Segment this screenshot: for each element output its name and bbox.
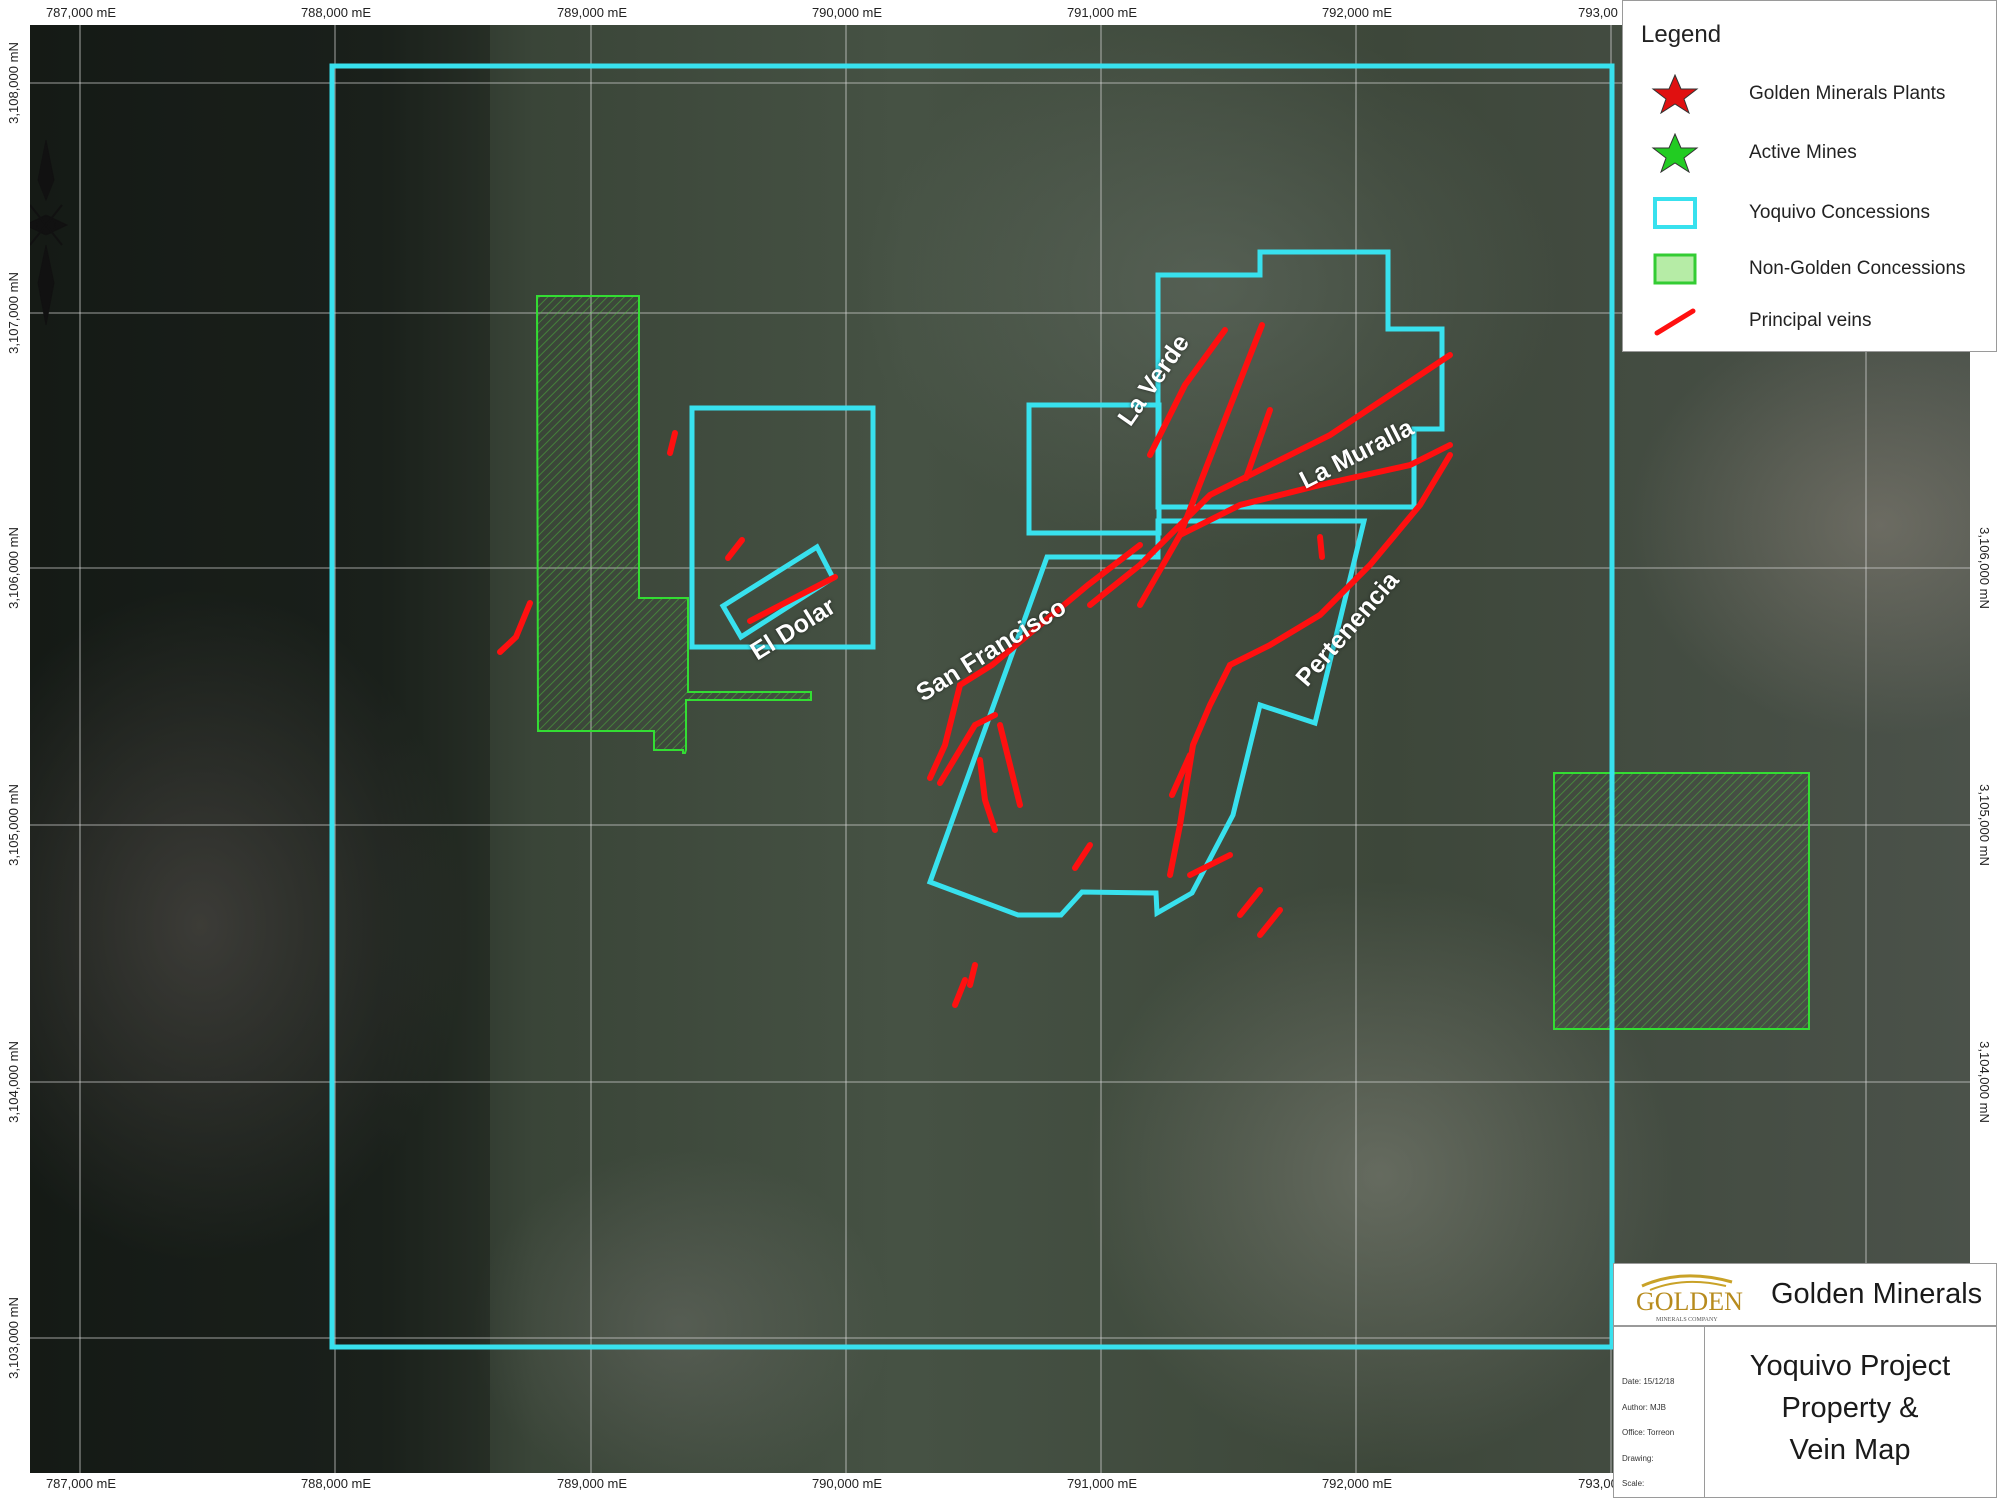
- coord-right-3105000: 3,105,000 mN: [1977, 784, 1992, 866]
- coord-left-3107000: 3,107,000 mN: [6, 272, 21, 354]
- coord-left-3108000: 3,108,000 mN: [6, 42, 21, 124]
- legend-item-yoquivo: Yoquivo Concessions: [1645, 193, 1990, 233]
- meta-scale: Scale:: [1622, 1479, 1645, 1488]
- coord-left-3103000: 3,103,000 mN: [6, 1297, 21, 1379]
- coord-top-791000: 791,000 mE: [1066, 5, 1138, 20]
- vein-south-3: [1257, 907, 1283, 938]
- coord-left-3105000: 3,105,000 mN: [6, 784, 21, 866]
- company-name: Golden Minerals: [1771, 1278, 1983, 1310]
- vein-south-4: [952, 977, 968, 1008]
- coord-top-788000: 788,000 mE: [300, 5, 372, 20]
- coord-bottom-787000: 787,000 mE: [45, 1476, 117, 1491]
- legend-item-active-mines: Active Mines: [1645, 133, 1990, 173]
- vein-south-5: [967, 962, 978, 988]
- coord-bottom-793000: 793,00: [1578, 1476, 1618, 1491]
- legend-item-plants: Golden Minerals Plants: [1645, 74, 1990, 114]
- coord-bottom-788000: 788,000 mE: [300, 1476, 372, 1491]
- coord-top-793000: 793,00: [1578, 5, 1618, 20]
- coord-top-787000: 787,000 mE: [45, 5, 117, 20]
- golden-minerals-logo-icon: GOLDEN MINERALS COMPANY: [1636, 1274, 1743, 1323]
- vein-pertenencia-stub: [1317, 534, 1325, 560]
- legend-item-non-golden: Non-Golden Concessions: [1645, 249, 1990, 289]
- yoquivo-concession-boundary: [329, 63, 1615, 1350]
- meta-drawing: Drawing:: [1622, 1454, 1654, 1463]
- yoquivo-concessions: [689, 249, 1445, 918]
- non-golden-concession-east: [1553, 772, 1810, 1030]
- meta-date: Date: 15/12/18: [1622, 1377, 1675, 1386]
- shadow-band: [30, 25, 490, 1473]
- map-legend: Legend Golden Minerals Plants Active Min…: [1622, 0, 1997, 352]
- logo-subtext: MINERALS COMPANY: [1656, 1317, 1718, 1323]
- vein-san-francisco-4: [977, 757, 998, 833]
- green-star-icon: [1651, 133, 1699, 173]
- coord-top-789000: 789,000 mE: [556, 5, 628, 20]
- coord-bottom-790000: 790,000 mE: [811, 1476, 883, 1491]
- title-block: Date: 15/12/18 Author: MJB Office: Torre…: [1613, 1326, 1997, 1498]
- project-title-line-3: Vein Map: [1789, 1434, 1911, 1466]
- vein-san-francisco-3: [997, 722, 1023, 808]
- vein-south-1: [1072, 842, 1093, 871]
- coord-bottom-789000: 789,000 mE: [556, 1476, 628, 1491]
- legend-label-active-mines: Active Mines: [1749, 142, 1857, 163]
- meta-author: Author: MJB: [1622, 1403, 1667, 1412]
- green-box-icon: [1653, 253, 1697, 285]
- cyan-box-icon: [1653, 197, 1697, 229]
- legend-title: Legend: [1641, 21, 1722, 48]
- project-title-line-1: Yoquivo Project: [1749, 1350, 1951, 1382]
- vein-el-dolar-nw: [725, 537, 745, 561]
- coord-left-3106000: 3,106,000 mN: [6, 527, 21, 609]
- coord-top-792000: 792,000 mE: [1321, 5, 1393, 20]
- legend-label-yoquivo: Yoquivo Concessions: [1749, 202, 1930, 223]
- vein-west: [497, 600, 533, 655]
- legend-label-veins: Principal veins: [1749, 310, 1872, 331]
- legend-label-non-golden: Non-Golden Concessions: [1749, 258, 1966, 279]
- coord-bottom-792000: 792,000 mE: [1321, 1476, 1393, 1491]
- company-logo-box: GOLDEN MINERALS COMPANY Golden Minerals: [1613, 1263, 1997, 1326]
- logo-wordmark: GOLDEN: [1636, 1287, 1743, 1316]
- drawing-meta: Date: 15/12/18 Author: MJB Office: Torre…: [1614, 1327, 1705, 1497]
- coord-bottom-791000: 791,000 mE: [1066, 1476, 1138, 1491]
- coord-right-3104000: 3,104,000 mN: [1977, 1041, 1992, 1123]
- vein-nw-short: [667, 430, 678, 456]
- project-title-line-2: Property &: [1781, 1392, 1919, 1424]
- non-golden-concession-west: [535, 295, 812, 754]
- vein-south-2: [1237, 887, 1263, 918]
- coord-right-3106000: 3,106,000 mN: [1977, 527, 1992, 609]
- coord-top-790000: 790,000 mE: [811, 5, 883, 20]
- legend-item-veins: Principal veins: [1645, 301, 1990, 341]
- project-title: Yoquivo Project Property & Vein Map: [1704, 1345, 1996, 1471]
- red-star-icon: [1651, 74, 1699, 114]
- legend-label-plants: Golden Minerals Plants: [1749, 83, 1946, 104]
- meta-office: Office: Torreon: [1622, 1428, 1675, 1437]
- red-line-icon: [1654, 308, 1696, 336]
- coord-left-3104000: 3,104,000 mN: [6, 1041, 21, 1123]
